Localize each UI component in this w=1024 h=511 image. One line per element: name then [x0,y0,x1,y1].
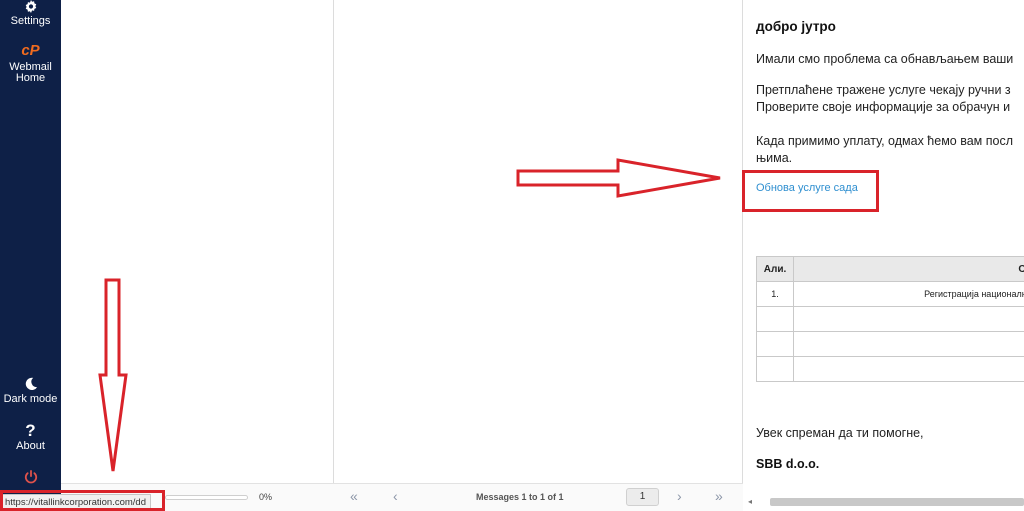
sidebar-item-label: Settings [10,15,51,27]
table-header-row: Али. Опі [756,256,1024,282]
table-cell [756,331,794,357]
table-row [756,356,1024,382]
sidebar-item-logout[interactable] [0,470,61,487]
prev-page-button[interactable]: ‹ [393,488,398,504]
moon-icon [25,377,37,390]
sidebar-item-label: About [16,440,45,452]
first-page-button[interactable]: « [350,488,358,504]
email-paragraph-3-line-1: Када примимо уплату, одмах ћемо вам посл [756,134,1013,148]
email-paragraph-3-line-2: њима. [756,151,793,165]
page-number-input[interactable]: 1 [626,488,659,506]
table-row: 1. Регистрација националног [756,281,1024,307]
sidebar-item-label: Dark mode [3,393,58,405]
table-cell [793,331,1024,357]
table-header-cell: Али. [756,256,794,282]
folder-pane [61,0,334,511]
renew-service-link[interactable]: Обнова услуге сада [756,182,858,194]
email-company: SBB d.o.o. [756,457,820,471]
email-signoff: Увек спреман да ти помогне, [756,426,924,440]
scroll-left-arrow-icon[interactable]: ◂ [748,497,752,506]
table-cell [756,306,794,332]
table-cell: 1. [756,281,794,307]
quota-progress-bar [165,495,248,500]
table-header-cell: Опі [793,256,1024,282]
next-page-button[interactable]: › [677,488,682,504]
horizontal-scrollbar[interactable] [770,498,1024,506]
power-icon [24,470,37,484]
sidebar-item-about[interactable]: ? About [0,421,61,452]
table-cell [793,356,1024,382]
email-paragraph-1: Имали смо проблема са обнављањем ваши [756,52,1014,66]
email-paragraph-2-line-1: Претплаћене тражене услуге чекају ручни … [756,83,1011,97]
table-row [756,306,1024,332]
status-bar-url: https://vitallinkcorporation.com/dd [0,494,151,511]
table-row [756,331,1024,357]
gear-icon [25,0,36,13]
quota-percent: 0% [259,492,273,502]
table-cell [793,306,1024,332]
message-count: Messages 1 to 1 of 1 [476,492,564,502]
table-cell [756,356,794,382]
last-page-button[interactable]: » [715,488,723,504]
message-list-pane [334,0,743,511]
email-greeting: добро јутро [756,19,836,34]
sidebar-item-dark-mode[interactable]: Dark mode [0,377,61,405]
email-paragraph-2-line-2: Проверите своје информације за обрачун и [756,100,1011,114]
table-cell: Регистрација националног [793,281,1024,307]
sidebar-item-webmail-home[interactable]: cP Webmail Home [0,42,61,84]
question-icon: ? [25,421,36,440]
sidebar-item-settings[interactable]: Settings [0,0,61,27]
sidebar-item-label: Webmail Home [9,61,52,84]
sidebar: Settings cP Webmail Home Dark mode ? Abo… [0,0,61,511]
invoice-table: Али. Опі 1. Регистрација националног [756,256,1024,382]
cpanel-icon: cP [21,42,40,59]
reading-pane: добро јутро Имали смо проблема са обнављ… [744,0,1024,511]
